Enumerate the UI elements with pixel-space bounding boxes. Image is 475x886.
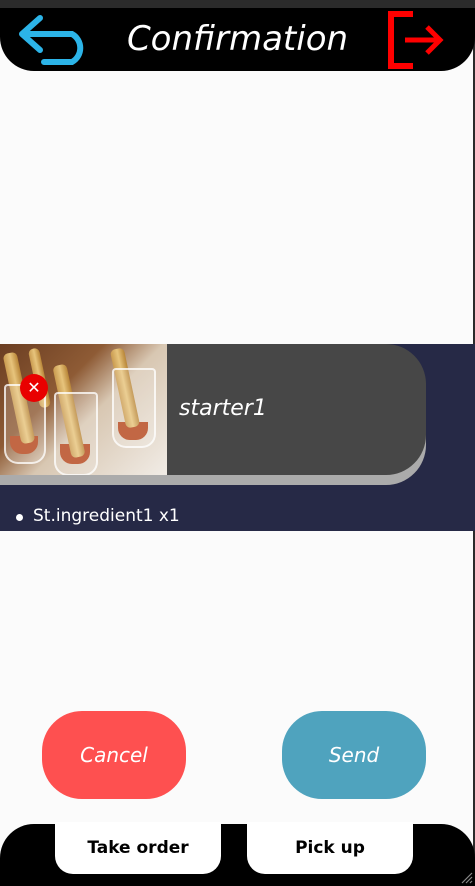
logout-icon bbox=[388, 11, 444, 69]
nav-pick-up-button[interactable]: Pick up bbox=[247, 822, 413, 874]
window-top-bar bbox=[0, 0, 475, 8]
logout-button[interactable] bbox=[385, 10, 447, 70]
send-button[interactable]: Send bbox=[282, 711, 426, 799]
nav-take-order-button[interactable]: Take order bbox=[55, 822, 221, 874]
item-name: starter1 bbox=[179, 396, 267, 421]
close-icon: ✕ bbox=[27, 378, 41, 397]
order-item-card: ✕ starter1 bbox=[0, 344, 426, 475]
bottom-nav: Take order Pick up bbox=[0, 822, 475, 886]
header-bar: Confirmation bbox=[0, 8, 475, 71]
order-summary: ✕ starter1 St.ingredient1 x1 bbox=[0, 344, 475, 531]
ingredient-list: St.ingredient1 x1 bbox=[16, 504, 180, 528]
resize-grip-icon[interactable] bbox=[459, 870, 473, 884]
starter-photo: ✕ bbox=[0, 344, 167, 475]
cancel-button[interactable]: Cancel bbox=[42, 711, 186, 799]
remove-item-button[interactable]: ✕ bbox=[20, 374, 48, 402]
ingredient-item: St.ingredient1 x1 bbox=[16, 504, 180, 528]
